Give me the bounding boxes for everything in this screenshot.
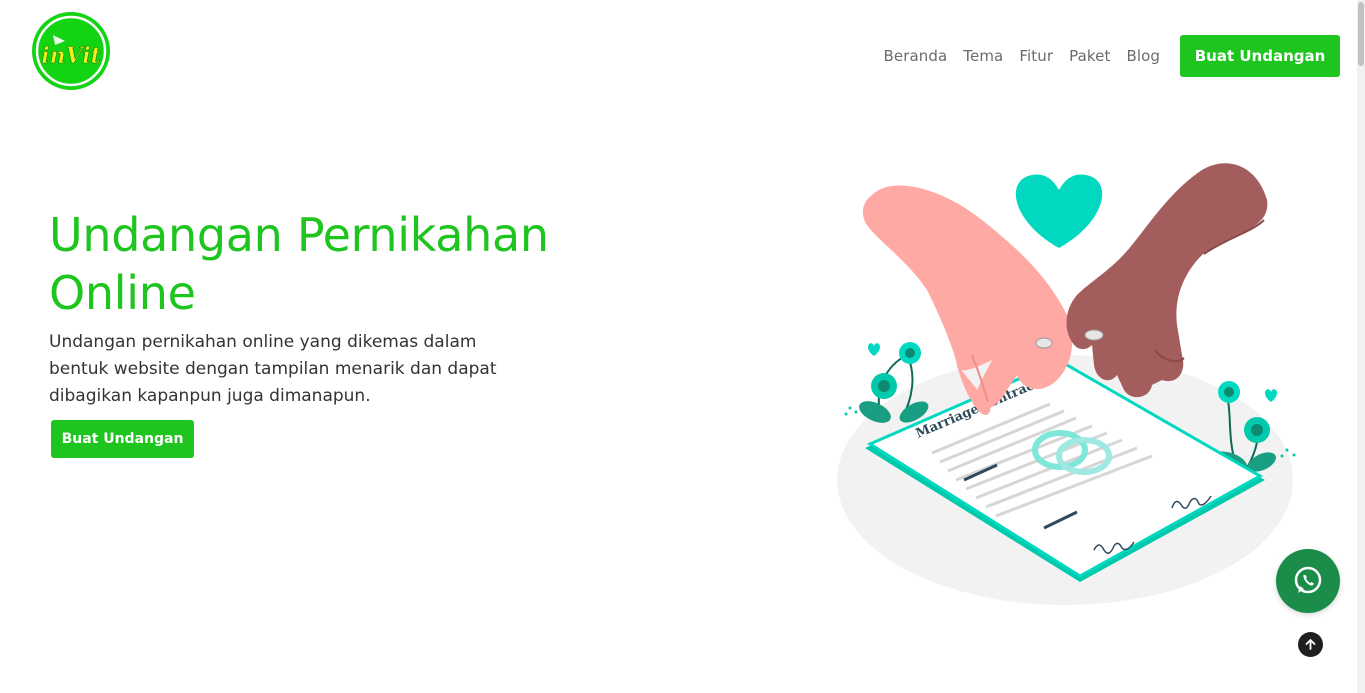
- wedding-illustration: Marriage contract: [837, 163, 1296, 605]
- nav-item-tema[interactable]: Tema: [963, 47, 1003, 65]
- logo-text: inVit: [41, 43, 101, 69]
- hero-description: Undangan pernikahan online yang dikemas …: [49, 332, 497, 406]
- nav-item-beranda[interactable]: Beranda: [883, 47, 947, 65]
- heart-icon: [1015, 174, 1103, 248]
- nav-item-fitur[interactable]: Fitur: [1019, 47, 1053, 65]
- nav-item-paket[interactable]: Paket: [1069, 47, 1110, 65]
- nav-links: Beranda Tema Fitur Paket Blog: [883, 47, 1160, 65]
- create-invitation-nav-button[interactable]: Buat Undangan: [1180, 35, 1340, 77]
- main-nav: Beranda Tema Fitur Paket Blog Buat Undan…: [883, 35, 1340, 77]
- logo[interactable]: inVit: [31, 11, 111, 91]
- page-scrollbar[interactable]: [1357, 0, 1365, 693]
- hero-title: Undangan Pernikahan Online: [49, 208, 549, 320]
- scrollbar-thumb[interactable]: [1358, 2, 1364, 66]
- create-invitation-hero-button[interactable]: Buat Undangan: [51, 420, 194, 458]
- arrow-up-icon: [1305, 639, 1316, 650]
- nav-item-blog[interactable]: Blog: [1126, 47, 1160, 65]
- scroll-to-top-button[interactable]: [1298, 632, 1323, 657]
- whatsapp-icon: [1294, 566, 1322, 594]
- page: inVit Beranda Tema Fitur Paket Blog Buat…: [0, 0, 1365, 693]
- whatsapp-button[interactable]: [1276, 549, 1340, 613]
